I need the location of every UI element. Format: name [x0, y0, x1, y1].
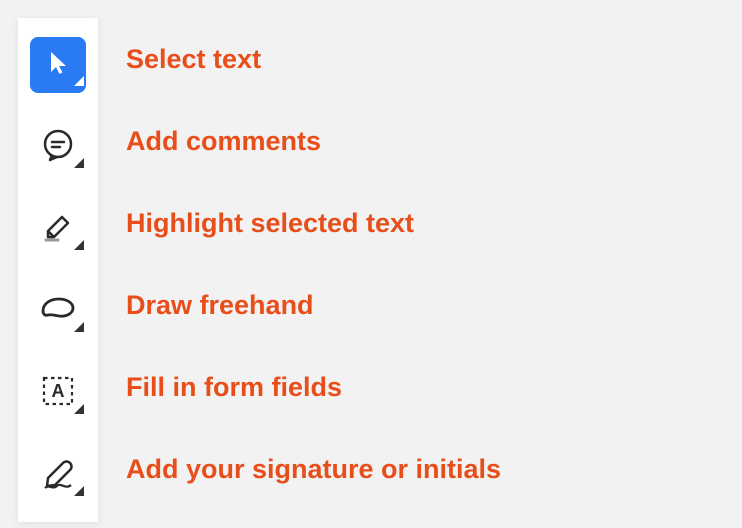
tool-row-signature [30, 434, 86, 516]
dropdown-corner-icon [74, 319, 84, 337]
dropdown-corner-icon [74, 401, 84, 419]
dropdown-corner-icon [74, 483, 84, 501]
fill-form-button[interactable]: A [30, 365, 86, 421]
draw-freehand-label: Draw freehand [126, 290, 314, 321]
fill-form-label: Fill in form fields [126, 372, 342, 403]
tool-labels: Select text Add comments Highlight selec… [98, 18, 501, 510]
tool-row-draw-freehand [30, 270, 86, 352]
dropdown-corner-icon [74, 237, 84, 255]
text-box-icon: A [40, 374, 76, 413]
highlighter-icon [40, 209, 76, 250]
tool-row-highlight [30, 188, 86, 270]
dropdown-corner-icon [74, 73, 84, 91]
signature-label: Add your signature or initials [126, 454, 501, 485]
signature-icon [39, 455, 77, 496]
cursor-icon [43, 48, 73, 83]
annotation-toolbar: A [18, 18, 98, 522]
lasso-icon [39, 295, 77, 328]
add-comments-label: Add comments [126, 126, 321, 157]
dropdown-corner-icon [74, 155, 84, 173]
comment-icon [40, 127, 76, 168]
signature-button[interactable] [30, 447, 86, 503]
select-text-button[interactable] [30, 37, 86, 93]
highlight-label: Highlight selected text [126, 208, 414, 239]
tool-row-select-text [30, 24, 86, 106]
add-comments-button[interactable] [30, 119, 86, 175]
select-text-label: Select text [126, 44, 261, 75]
draw-freehand-button[interactable] [30, 283, 86, 339]
highlight-button[interactable] [30, 201, 86, 257]
tool-row-fill-form: A [30, 352, 86, 434]
svg-text:A: A [52, 381, 65, 401]
tool-row-add-comments [30, 106, 86, 188]
